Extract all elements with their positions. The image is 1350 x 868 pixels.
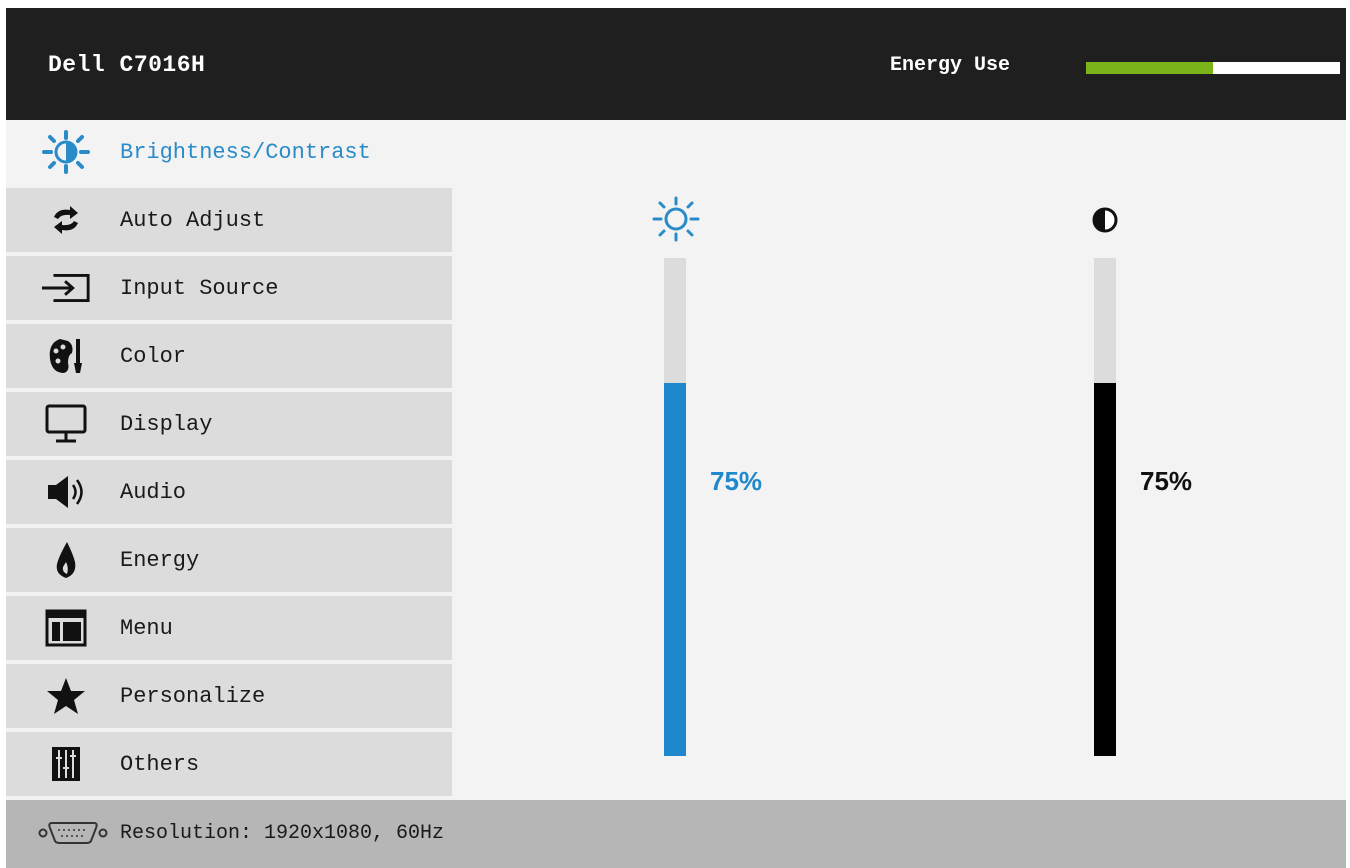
model-name: Dell C7016H <box>48 52 206 78</box>
contrast-icon <box>1091 206 1119 239</box>
osd-header: Dell C7016H Energy Use <box>6 8 1346 120</box>
resolution-text: Resolution: 1920x1080, 60Hz <box>120 822 445 845</box>
status-bar: Resolution: 1920x1080, 60Hz <box>6 800 1346 868</box>
menu-item-brightness-contrast[interactable]: Brightness/Contrast <box>6 120 452 186</box>
color-palette-icon <box>40 334 92 378</box>
menu-item-audio[interactable]: Audio <box>6 460 452 526</box>
energy-use-meter <box>1086 62 1340 74</box>
menu-item-label: Others <box>120 752 200 777</box>
menu-item-others[interactable]: Others <box>6 732 452 798</box>
sun-icon <box>650 196 702 247</box>
osd-menu-sidebar: Brightness/Contrast Auto Adjust Input So… <box>6 120 452 800</box>
menu-item-label: Display <box>120 412 213 437</box>
menu-item-label: Color <box>120 344 187 369</box>
menu-item-auto-adjust[interactable]: Auto Adjust <box>6 188 452 254</box>
menu-item-energy[interactable]: Energy <box>6 528 452 594</box>
vga-connector-icon <box>38 820 108 851</box>
menu-item-label: Personalize <box>120 684 266 709</box>
menu-window-icon <box>40 606 92 650</box>
speaker-icon <box>40 470 92 514</box>
menu-item-menu[interactable]: Menu <box>6 596 452 662</box>
flame-icon <box>40 538 92 582</box>
brightness-value: 75% <box>710 466 763 496</box>
energy-use-fill <box>1086 62 1213 74</box>
brightness-icon <box>40 130 92 174</box>
contrast-slider[interactable] <box>1094 258 1116 756</box>
contrast-slider-fill <box>1094 382 1116 756</box>
contrast-value: 75% <box>1140 466 1193 496</box>
menu-item-label: Input Source <box>120 276 279 301</box>
monitor-osd: Dell C7016H Energy Use Brightness/Contra… <box>6 8 1346 868</box>
menu-item-label: Brightness/Contrast <box>120 140 371 165</box>
input-source-icon <box>40 266 92 310</box>
menu-item-label: Audio <box>120 480 187 505</box>
energy-use-label: Energy Use <box>890 54 1011 77</box>
sliders-icon <box>40 742 92 786</box>
brightness-slider[interactable] <box>664 258 686 756</box>
auto-adjust-icon <box>40 198 92 242</box>
menu-item-display[interactable]: Display <box>6 392 452 458</box>
menu-item-label: Auto Adjust <box>120 208 266 233</box>
menu-item-label: Energy <box>120 548 200 573</box>
menu-item-color[interactable]: Color <box>6 324 452 390</box>
menu-item-label: Menu <box>120 616 173 641</box>
star-icon <box>40 674 92 718</box>
monitor-icon <box>40 402 92 446</box>
menu-item-input-source[interactable]: Input Source <box>6 256 452 322</box>
brightness-slider-fill <box>664 382 686 756</box>
menu-item-personalize[interactable]: Personalize <box>6 664 452 730</box>
